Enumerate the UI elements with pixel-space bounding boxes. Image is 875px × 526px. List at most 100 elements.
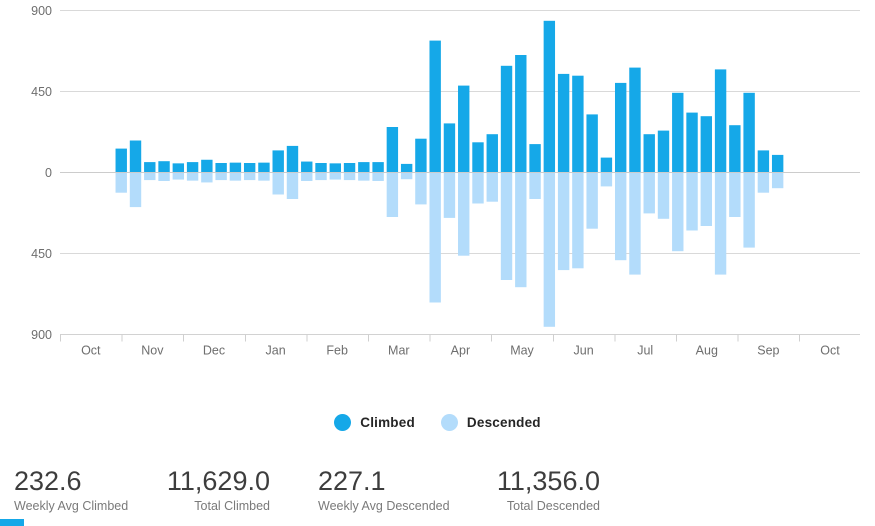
legend-item-descended[interactable]: Descended	[440, 413, 541, 431]
bar-climbed[interactable]	[272, 150, 284, 172]
bar-climbed[interactable]	[301, 161, 313, 172]
bar-climbed[interactable]	[700, 116, 713, 172]
bar-descended[interactable]	[486, 172, 498, 202]
bar-descended[interactable]	[586, 172, 598, 229]
bar-climbed[interactable]	[229, 162, 242, 172]
bar-descended[interactable]	[529, 172, 541, 199]
bar-descended[interactable]	[771, 172, 784, 189]
bar-climbed[interactable]	[771, 154, 784, 172]
bar-climbed[interactable]	[614, 82, 627, 172]
bar-descended[interactable]	[343, 172, 356, 181]
legend-swatch-descended-circle-icon	[440, 413, 458, 431]
bar-descended[interactable]	[258, 172, 270, 181]
bar-climbed[interactable]	[486, 134, 498, 172]
bar-climbed[interactable]	[572, 75, 584, 172]
bar-climbed[interactable]	[215, 163, 227, 172]
bar-descended[interactable]	[700, 172, 713, 226]
y-tick-label: 0	[45, 166, 52, 180]
bar-descended[interactable]	[358, 172, 370, 181]
bar-descended[interactable]	[672, 172, 684, 252]
bar-descended[interactable]	[557, 172, 570, 271]
bar-climbed[interactable]	[372, 162, 384, 172]
bar-climbed[interactable]	[358, 162, 370, 172]
x-tick-label: Mar	[388, 344, 410, 358]
bar-climbed[interactable]	[186, 162, 199, 172]
bar-climbed[interactable]	[657, 130, 670, 172]
bar-climbed[interactable]	[543, 20, 556, 172]
bar-descended[interactable]	[115, 172, 127, 193]
bar-climbed[interactable]	[500, 65, 513, 172]
bar-climbed[interactable]	[172, 163, 185, 172]
bar-descended[interactable]	[158, 172, 170, 181]
bar-climbed[interactable]	[515, 55, 527, 172]
bar-climbed[interactable]	[529, 144, 541, 172]
bar-descended[interactable]	[272, 172, 284, 195]
bar-climbed[interactable]	[643, 134, 655, 172]
bar-descended[interactable]	[243, 172, 256, 181]
bar-climbed[interactable]	[429, 40, 441, 172]
bar-descended[interactable]	[386, 172, 399, 217]
bar-descended[interactable]	[415, 172, 427, 205]
bar-descended[interactable]	[329, 172, 341, 180]
bar-descended[interactable]	[614, 172, 627, 261]
bar-climbed[interactable]	[343, 163, 356, 172]
bar-descended[interactable]	[500, 172, 513, 280]
bar-descended[interactable]	[743, 172, 755, 248]
bar-descended[interactable]	[215, 172, 227, 181]
bar-descended[interactable]	[543, 172, 556, 327]
bar-climbed[interactable]	[201, 159, 213, 172]
bar-climbed[interactable]	[757, 150, 770, 172]
bar-descended[interactable]	[458, 172, 470, 256]
bar-descended[interactable]	[643, 172, 655, 214]
bar-climbed[interactable]	[243, 163, 256, 172]
bar-climbed[interactable]	[600, 157, 613, 172]
bar-climbed[interactable]	[329, 163, 341, 172]
bar-climbed[interactable]	[629, 67, 641, 172]
bar-descended[interactable]	[600, 172, 613, 187]
bar-climbed[interactable]	[557, 73, 570, 172]
bar-descended[interactable]	[429, 172, 441, 303]
bar-descended[interactable]	[572, 172, 584, 269]
bar-climbed[interactable]	[386, 127, 399, 172]
bar-climbed[interactable]	[586, 114, 598, 172]
bar-climbed[interactable]	[458, 85, 470, 172]
bar-climbed[interactable]	[129, 140, 142, 173]
bar-descended[interactable]	[144, 172, 156, 181]
bar-descended[interactable]	[657, 172, 670, 219]
bar-descended[interactable]	[172, 172, 185, 180]
bar-climbed[interactable]	[743, 92, 755, 172]
bar-climbed[interactable]	[729, 125, 741, 172]
bar-climbed[interactable]	[714, 69, 727, 172]
bar-descended[interactable]	[372, 172, 384, 181]
bar-climbed[interactable]	[686, 112, 698, 172]
y-tick-label: 450	[31, 247, 52, 261]
bar-descended[interactable]	[315, 172, 327, 181]
bar-descended[interactable]	[301, 172, 313, 181]
bar-descended[interactable]	[286, 172, 299, 199]
bar-climbed[interactable]	[115, 148, 127, 172]
bar-climbed[interactable]	[144, 162, 156, 172]
bar-climbed[interactable]	[472, 142, 484, 172]
bar-descended[interactable]	[515, 172, 527, 288]
chart-legend: Climbed Descended	[0, 405, 875, 439]
bar-climbed[interactable]	[443, 123, 456, 172]
bar-climbed[interactable]	[286, 145, 299, 172]
bar-descended[interactable]	[186, 172, 199, 181]
bar-descended[interactable]	[129, 172, 142, 208]
bar-descended[interactable]	[443, 172, 456, 218]
bar-climbed[interactable]	[158, 161, 170, 172]
bar-descended[interactable]	[629, 172, 641, 275]
bar-descended[interactable]	[757, 172, 770, 193]
bar-descended[interactable]	[729, 172, 741, 217]
bar-climbed[interactable]	[258, 162, 270, 172]
bar-descended[interactable]	[714, 172, 727, 275]
bar-descended[interactable]	[201, 172, 213, 183]
bar-climbed[interactable]	[672, 92, 684, 172]
bar-descended[interactable]	[229, 172, 242, 181]
legend-item-climbed[interactable]: Climbed	[334, 413, 415, 431]
bar-descended[interactable]	[686, 172, 698, 231]
bar-climbed[interactable]	[315, 163, 327, 172]
bar-descended[interactable]	[472, 172, 484, 204]
bar-climbed[interactable]	[400, 163, 413, 172]
bar-climbed[interactable]	[415, 138, 427, 172]
